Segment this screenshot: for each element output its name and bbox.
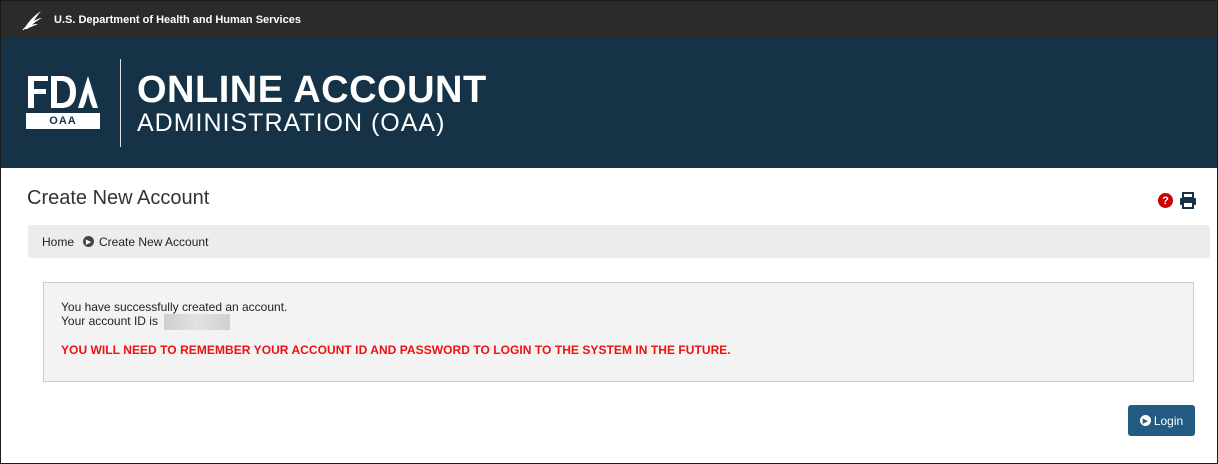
fda-logo[interactable]: OAA [26, 74, 100, 132]
page-title: Create New Account [27, 187, 210, 209]
account-id-redacted [164, 314, 231, 330]
breadcrumb-current: Create New Account [99, 234, 209, 249]
hhs-eagle-icon [21, 8, 45, 32]
account-id-line: Your account ID is [61, 314, 1193, 330]
warning-message: YOU WILL NEED TO REMEMBER YOUR ACCOUNT I… [61, 343, 731, 357]
oaa-logo-tag: OAA [26, 113, 100, 129]
breadcrumb-home-link[interactable]: Home [42, 235, 74, 249]
question-circle-icon[interactable]: ? [1158, 193, 1173, 208]
app-title-line2: ADMINISTRATION (OAA) [137, 108, 446, 137]
chevron-circle-right-icon: ▶ [83, 236, 95, 247]
success-message: You have successfully created an account… [61, 300, 288, 314]
page-frame: U.S. Department of Health and Human Serv… [0, 0, 1218, 464]
hhs-top-bar: U.S. Department of Health and Human Serv… [1, 1, 1217, 38]
login-button-label: Login [1153, 413, 1184, 428]
chevron-circle-right-icon: ▶ [1139, 415, 1151, 426]
app-banner: OAA ONLINE ACCOUNT ADMINISTRATION (OAA) [1, 38, 1217, 168]
account-id-label: Your account ID is [61, 314, 158, 329]
fda-logo-mark [28, 76, 98, 108]
app-title: ONLINE ACCOUNT ADMINISTRATION (OAA) [137, 71, 487, 136]
app-title-line1: ONLINE ACCOUNT [137, 68, 487, 111]
banner-divider [120, 59, 121, 147]
login-button[interactable]: ▶ Login [1128, 405, 1195, 436]
success-message-box: You have successfully created an account… [43, 282, 1194, 382]
page-header: Create New Account ? [1, 168, 1217, 225]
breadcrumb: Home ▶ Create New Account [28, 225, 1210, 258]
hhs-agency-name[interactable]: U.S. Department of Health and Human Serv… [54, 14, 301, 26]
print-icon[interactable] [1179, 192, 1197, 209]
